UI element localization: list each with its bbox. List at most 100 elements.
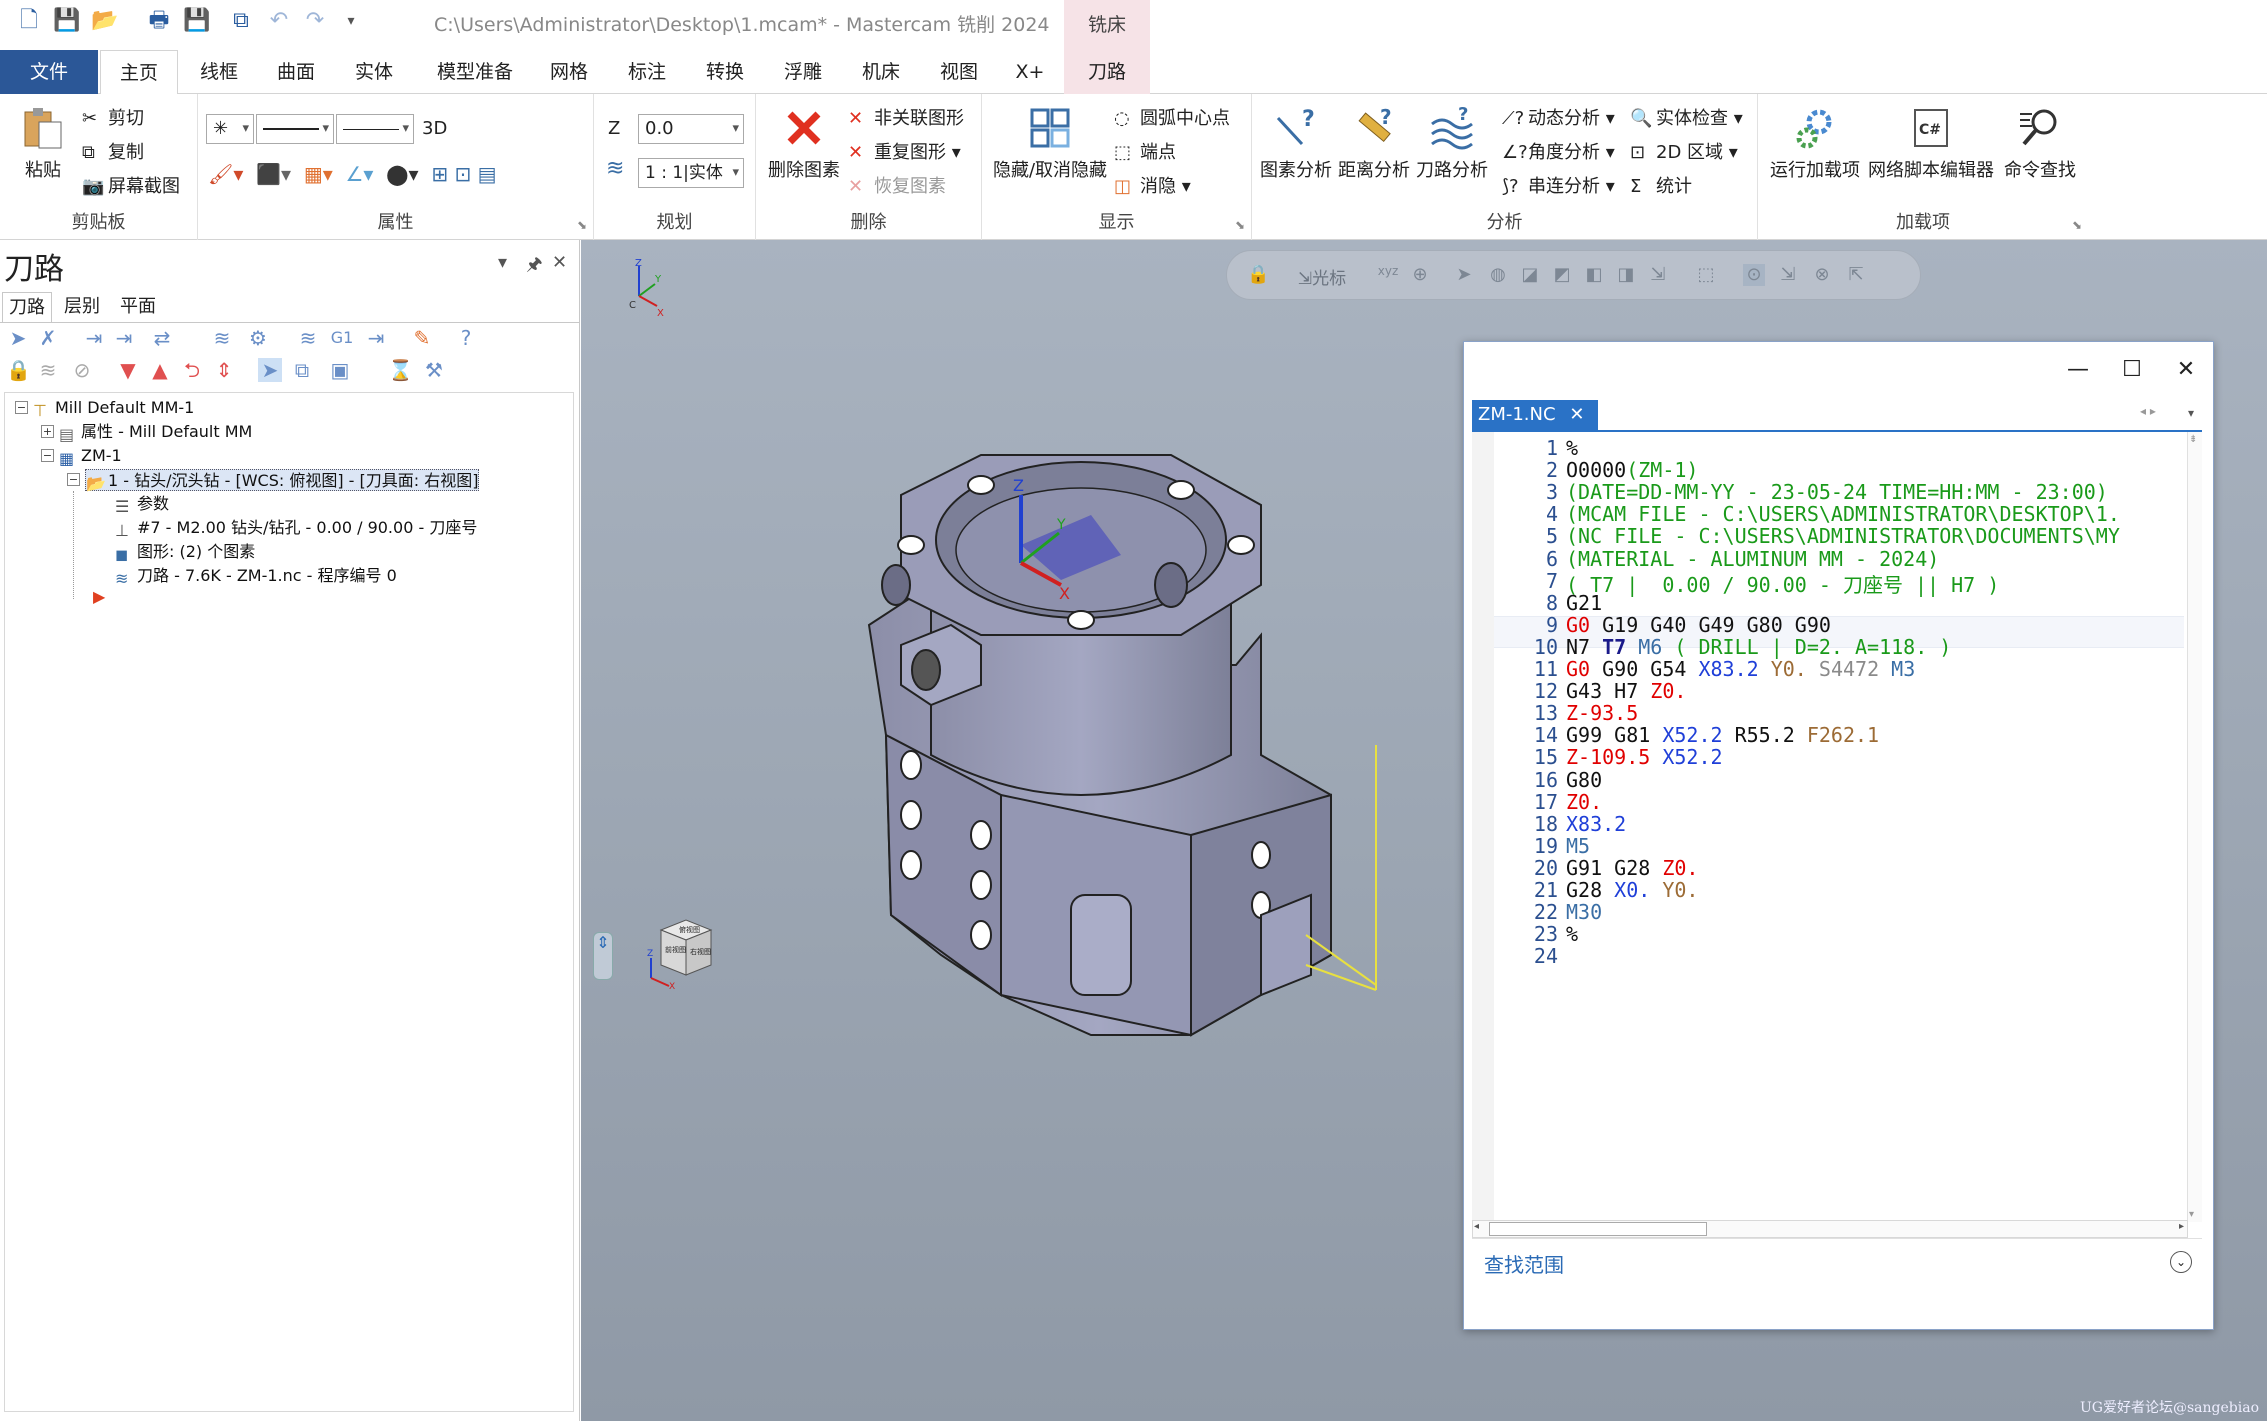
screenshot-button[interactable]: 📷 屏幕截图	[82, 172, 180, 198]
restore-button[interactable]: ✕ 恢复图素	[848, 172, 946, 198]
solid-color-icon[interactable]: ▦▾	[304, 162, 333, 186]
xyz-snap-icon[interactable]: xyz	[1377, 264, 1399, 286]
tree-machine-group[interactable]: ⊤ Mill Default MM-1	[33, 397, 194, 420]
open-icon[interactable]: 📂	[90, 6, 120, 36]
collapse-machine-group[interactable]: −	[15, 401, 28, 414]
expand-properties[interactable]: +	[41, 425, 54, 438]
autocursor-icon[interactable]: ⊕	[1409, 264, 1431, 286]
merge-icon[interactable]: ⧉	[226, 6, 256, 36]
delete-entities-button[interactable]: 删除图素	[764, 104, 844, 182]
tab-mesh[interactable]: 网格	[534, 50, 604, 94]
endpoint-button[interactable]: ⬚ 端点	[1114, 138, 1176, 164]
horizontal-scrollbar[interactable]: ◂ ▸	[1472, 1220, 2188, 1238]
blank-button[interactable]: ◫ 消隐 ▾	[1114, 172, 1191, 198]
run-addin-button[interactable]: 运行加载项	[1768, 104, 1862, 182]
entity-analyze-button[interactable]: ? 图素分析	[1258, 104, 1334, 182]
tree-parameters[interactable]: ☰ 参数	[115, 493, 169, 516]
tab-view[interactable]: 视图	[924, 50, 994, 94]
undo-icon[interactable]: ↶	[264, 6, 294, 36]
panel-menu-icon[interactable]: ▾	[498, 252, 507, 273]
hide-unhide-button[interactable]: 隐藏/取消隐藏	[990, 104, 1110, 182]
properties-launcher-icon[interactable]: ⬊	[577, 218, 587, 232]
select-edges-icon[interactable]: ◩	[1551, 264, 1573, 286]
regenerate-selected-icon[interactable]: ⇥	[82, 326, 106, 350]
select-solids-icon[interactable]: ◍	[1487, 264, 1509, 286]
attributes-icon[interactable]: ⊞	[431, 162, 448, 186]
solid-check-button[interactable]: 🔍 实体检查 ▾	[1630, 104, 1743, 130]
addins-launcher-icon[interactable]: ⬊	[2072, 218, 2082, 232]
line-color-icon[interactable]: ∠▾	[345, 162, 373, 186]
tab-x-plus[interactable]: X+	[1002, 50, 1058, 94]
g1-post-icon[interactable]: G1	[330, 326, 354, 350]
print-icon[interactable]: 🖶	[144, 6, 174, 36]
lock-selection-icon[interactable]: 🔒	[1247, 264, 1269, 286]
tab-file[interactable]: 文件	[0, 50, 98, 94]
highfeed-icon[interactable]: ✎	[410, 326, 434, 350]
set-attributes-icon[interactable]: ⊡	[454, 162, 471, 186]
display-launcher-icon[interactable]: ⬊	[1235, 218, 1245, 232]
deselect-operations-icon[interactable]: ✗	[36, 326, 60, 350]
move-down-icon[interactable]: ▼	[116, 358, 140, 382]
distance-analyze-button[interactable]: ? 距离分析	[1336, 104, 1412, 182]
vertical-scrollbar[interactable]: ⇟ ▾	[2187, 432, 2202, 1222]
select-all-operations-icon[interactable]: ➤	[6, 326, 30, 350]
verify-select-icon[interactable]: ⊙	[1743, 264, 1765, 286]
spin-arrows-icon[interactable]: ⇕	[593, 932, 613, 980]
subtab-toolpaths[interactable]: 刀路	[2, 292, 52, 322]
paste-button[interactable]: 粘贴	[10, 104, 76, 182]
move-up-icon[interactable]: ▲	[148, 358, 172, 382]
non-assoc-button[interactable]: ✕ 非关联图形	[848, 104, 964, 130]
z-depth-combo[interactable]: 0.0	[638, 114, 744, 144]
tool-manager-icon[interactable]: ⌛	[388, 358, 413, 382]
tab-home[interactable]: 主页	[100, 50, 178, 95]
line-style-combo[interactable]	[256, 114, 334, 144]
wire-color-icon[interactable]: 🖌▾	[208, 162, 243, 186]
tree-geometry[interactable]: ◼ 图形: (2) 个图素	[115, 541, 255, 564]
script-editor-button[interactable]: C# 网络脚本编辑器	[1866, 104, 1996, 182]
tab-wireframe[interactable]: 线框	[185, 50, 253, 94]
help-icon[interactable]: ?	[454, 326, 478, 350]
command-finder-button[interactable]: 命令查找	[1998, 104, 2082, 182]
tab-relief[interactable]: 浮雕	[768, 50, 838, 94]
lock-icon[interactable]: 🔒	[6, 358, 31, 382]
machine-sim-icon[interactable]: ≋	[296, 326, 320, 350]
toggle-display-icon[interactable]: ≋	[36, 358, 60, 382]
find-scope-label[interactable]: 查找范围	[1484, 1249, 1564, 1278]
cut-button[interactable]: ✂ 剪切	[82, 104, 144, 130]
duplicate-button[interactable]: ✕ 重复图形 ▾	[848, 138, 961, 164]
tab-toolpaths[interactable]: 刀路	[1064, 50, 1150, 94]
verify-icon[interactable]: ⚙	[246, 326, 270, 350]
pin-icon[interactable]: 🖈	[526, 252, 543, 282]
window-select-icon[interactable]: ⬚	[1695, 264, 1717, 286]
material-icon[interactable]: ⬤▾	[386, 162, 418, 186]
tab-model-prep[interactable]: 模型准备	[420, 50, 530, 94]
tab-machine[interactable]: 机床	[846, 50, 916, 94]
close-icon[interactable]: ✕	[552, 252, 567, 273]
collapse-toolpath-group[interactable]: −	[41, 449, 54, 462]
minimize-icon[interactable]: —	[2054, 350, 2102, 390]
simulate-toolpath-icon[interactable]: ⇄	[150, 326, 174, 350]
tab-list-icon[interactable]: ▾	[2188, 406, 2194, 420]
display-options-icon[interactable]: ▣	[328, 358, 352, 382]
tree-properties[interactable]: ▤ 属性 - Mill Default MM	[59, 421, 252, 444]
nc-code-area[interactable]: 1% 2 O0000(ZM-1) 3 (DATE=DD-MM-YY - 23-05-24…	[1472, 432, 2202, 1238]
angle-analyze-button[interactable]: ∠?角度分析 ▾	[1502, 138, 1615, 164]
select-body-icon[interactable]: ◧	[1583, 264, 1605, 286]
expand-find-icon[interactable]: ⌄	[2170, 1251, 2192, 1273]
point-style-combo[interactable]: ✳	[206, 114, 254, 144]
select-mode-icon[interactable]: ⇲	[1647, 264, 1669, 286]
area-2d-button[interactable]: ⊡ 2D 区域 ▾	[1630, 138, 1738, 164]
nc-file-tab[interactable]: ZM-1.NC ✕	[1472, 400, 1598, 430]
toggle-posting-icon[interactable]: ⊘	[70, 358, 94, 382]
regenerate-dirty-icon[interactable]: ⇥	[112, 326, 136, 350]
surface-color-icon[interactable]: ⬛▾	[256, 162, 291, 186]
select-back-icon[interactable]: ◨	[1615, 264, 1637, 286]
nc-tab-close-icon[interactable]: ✕	[1569, 404, 1584, 425]
window-close-icon[interactable]: ✕	[2162, 350, 2210, 390]
tree-toolpath-file[interactable]: ≋ 刀路 - 7.6K - ZM-1.nc - 程序编号 0	[115, 565, 397, 588]
select-toolpath-icon[interactable]: ➤	[258, 358, 282, 382]
select-arrow-icon[interactable]: ➤	[1453, 264, 1475, 286]
save-icon[interactable]: 💾	[52, 6, 82, 36]
post-selected-icon[interactable]: ⇥	[364, 326, 388, 350]
dynamic-analyze-button[interactable]: ⟋? 动态分析 ▾	[1502, 104, 1615, 130]
